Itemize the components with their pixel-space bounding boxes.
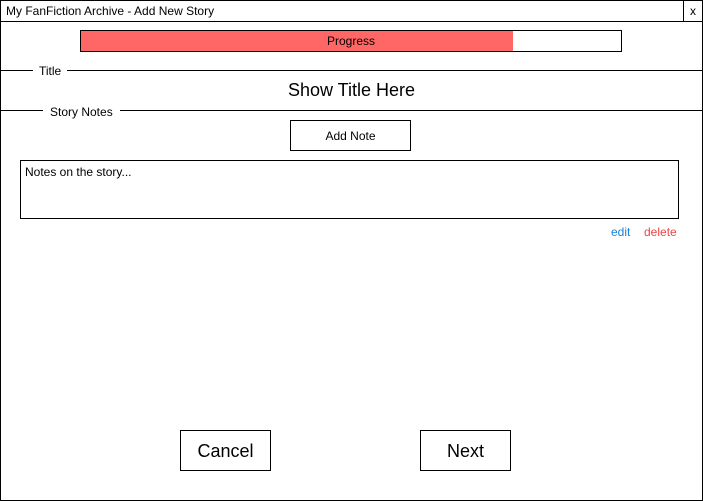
delete-note-link[interactable]: delete — [644, 225, 677, 239]
story-note-box: Notes on the story... — [20, 160, 679, 219]
close-button[interactable]: x — [683, 1, 702, 21]
cancel-button[interactable]: Cancel — [180, 430, 271, 471]
add-note-button[interactable]: Add Note — [290, 120, 411, 151]
title-bar: My FanFiction Archive - Add New Story x — [1, 1, 702, 22]
window-title: My FanFiction Archive - Add New Story — [6, 4, 215, 18]
progress-bar: Progress — [80, 30, 622, 52]
next-button[interactable]: Next — [420, 430, 511, 471]
edit-note-link[interactable]: edit — [611, 225, 630, 239]
show-title: Show Title Here — [287, 80, 416, 100]
app-window: My FanFiction Archive - Add New Story x … — [0, 0, 703, 501]
progress-label: Progress — [326, 34, 376, 48]
title-section-label: Title — [33, 64, 68, 78]
notes-section-label: Story Notes — [43, 105, 120, 119]
title-divider — [1, 70, 702, 71]
